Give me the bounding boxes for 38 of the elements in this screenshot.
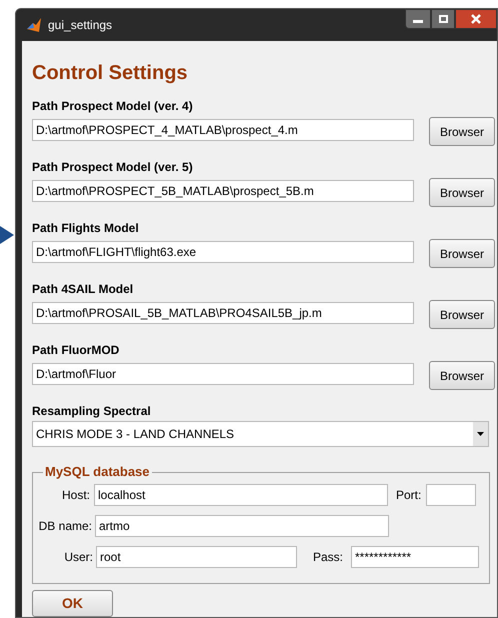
- matlab-logo-icon: [26, 17, 42, 33]
- path-field[interactable]: D:\artmof\PROSPECT_5B_MATLAB\prospect_5B.m: [32, 180, 414, 202]
- close-icon: [471, 14, 481, 24]
- browse-button[interactable]: Browser: [429, 361, 495, 390]
- db-name-field[interactable]: artmo: [95, 515, 389, 537]
- path-field[interactable]: D:\artmof\PROSAIL_5B_MATLAB\PRO4SAIL5B_jp.m: [32, 302, 414, 324]
- field-label: DB name:: [38, 518, 92, 535]
- path-field[interactable]: D:\artmof\FLIGHT\flight63.exe: [32, 241, 414, 263]
- password-field[interactable]: ************: [351, 546, 479, 568]
- browse-button[interactable]: Browser: [429, 178, 495, 207]
- dropdown-caret-icon: [477, 432, 484, 436]
- group-title: MySQL database: [43, 464, 152, 480]
- path-field[interactable]: D:\artmof\PROSPECT_4_MATLAB\prospect_4.m: [32, 119, 414, 141]
- field-label: Path Flights Model: [32, 221, 140, 236]
- field-label: Resampling Spectral: [32, 404, 152, 419]
- field-label: Path 4SAIL Model: [32, 282, 134, 297]
- field-label: Pass:: [313, 550, 344, 564]
- minimize-button[interactable]: [405, 9, 431, 29]
- maximize-button[interactable]: [431, 9, 455, 29]
- port-field[interactable]: [426, 484, 476, 506]
- browse-button[interactable]: Browser: [429, 117, 495, 146]
- arrow-icon: [0, 226, 14, 244]
- path-field[interactable]: D:\artmof\Fluor: [32, 363, 414, 385]
- resampling-dropdown[interactable]: CHRIS MODE 3 - LAND CHANNELS: [32, 421, 489, 447]
- user-field[interactable]: root: [96, 546, 297, 568]
- field-label: Path FluorMOD: [32, 343, 120, 358]
- host-field[interactable]: localhost: [94, 484, 388, 506]
- window-title: gui_settings: [48, 17, 112, 34]
- ok-button[interactable]: OK: [32, 590, 113, 617]
- dialog-heading: Control Settings: [32, 61, 189, 85]
- close-button[interactable]: [455, 9, 497, 29]
- field-label: Path Prospect Model (ver. 4): [32, 99, 194, 114]
- browse-button[interactable]: Browser: [429, 239, 495, 268]
- browse-button[interactable]: Browser: [429, 300, 495, 329]
- field-label: Host:: [62, 487, 90, 504]
- field-label: Port:: [396, 488, 422, 502]
- field-label: User:: [64, 549, 93, 566]
- field-label: Path Prospect Model (ver. 5): [32, 160, 194, 175]
